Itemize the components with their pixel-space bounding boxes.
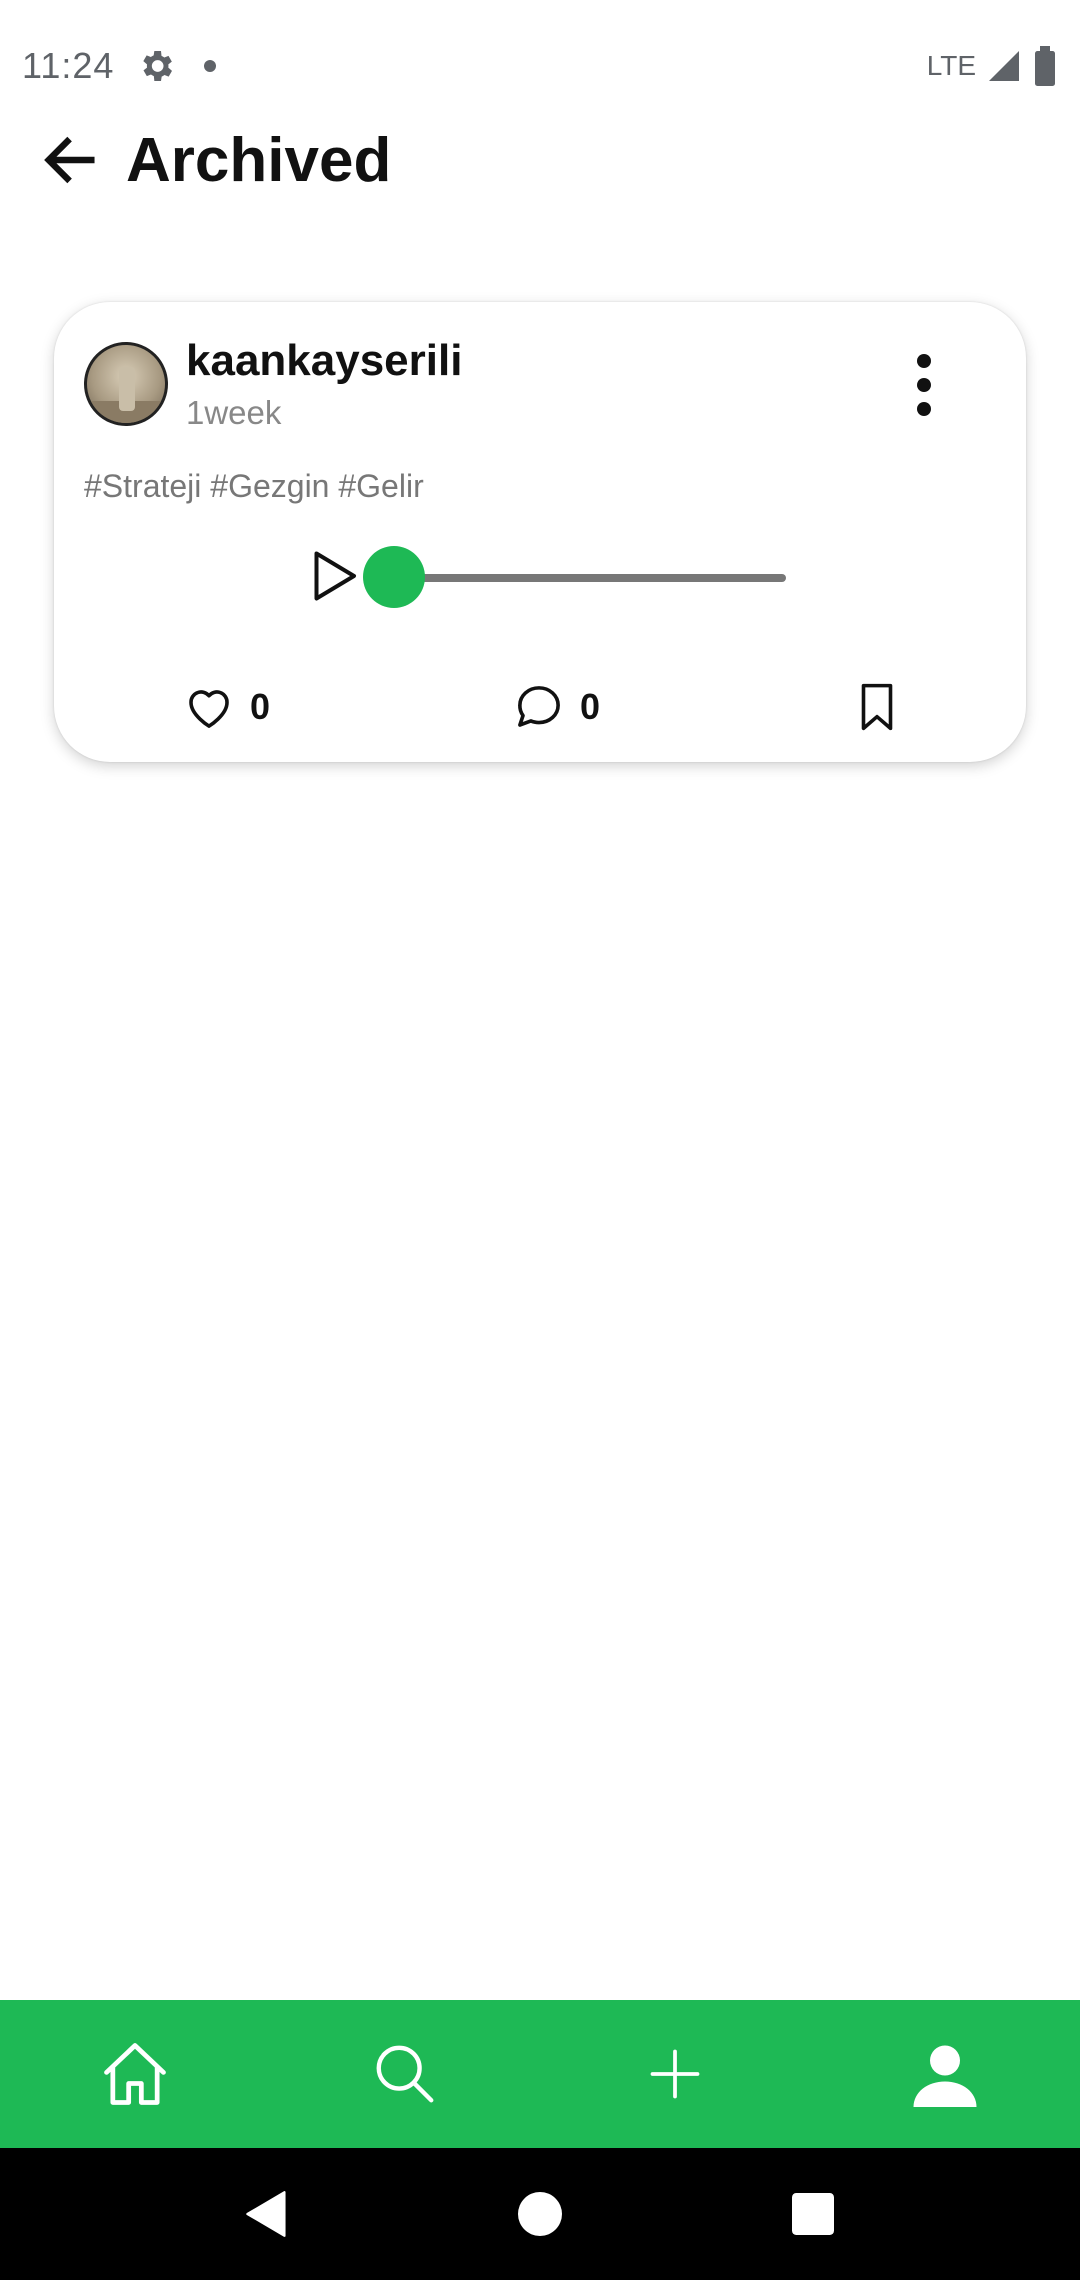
heart-icon (189, 690, 229, 728)
status-left: 11:24 (22, 45, 217, 87)
comments-count: 0 (580, 686, 601, 727)
audio-player (254, 536, 854, 616)
avatar[interactable] (84, 342, 168, 426)
play-button[interactable] (304, 546, 364, 606)
status-right: LTE (927, 46, 1058, 86)
more-options-button[interactable] (894, 340, 954, 430)
nav-profile[interactable] (895, 2024, 995, 2124)
nav-search[interactable] (355, 2024, 455, 2124)
arrow-left-icon (44, 136, 95, 184)
comment-button[interactable]: 0 (512, 672, 600, 742)
home-icon (104, 2043, 166, 2105)
app-bar: Archived (0, 100, 1080, 220)
bookmark-button[interactable] (850, 672, 904, 742)
person-icon (913, 2045, 977, 2107)
audio-seek-bar[interactable] (394, 574, 786, 582)
square-recents-icon (792, 2193, 835, 2235)
settings-icon (143, 51, 173, 81)
notification-dot-icon (204, 60, 217, 72)
post-time: 1week (186, 394, 282, 431)
avatar-figure (119, 367, 135, 411)
search-icon (376, 2045, 434, 2103)
network-type: LTE (926, 50, 976, 81)
audio-seek-thumb[interactable] (363, 546, 425, 608)
plus-icon (650, 2049, 700, 2099)
battery-icon (1035, 46, 1055, 86)
system-back-button[interactable] (227, 2174, 307, 2254)
bottom-navigation (0, 2000, 1080, 2148)
back-button[interactable] (22, 112, 118, 208)
circle-home-icon (517, 2192, 562, 2236)
system-home-button[interactable] (500, 2174, 580, 2254)
post-tags: #Strateji #Gezgin #Gelir (84, 468, 424, 504)
more-vertical-icon (917, 378, 931, 392)
likes-count: 0 (250, 686, 271, 727)
like-button[interactable]: 0 (182, 672, 270, 742)
username[interactable]: kaankayserili (186, 336, 462, 386)
comment-icon (518, 686, 560, 727)
signal-icon (989, 51, 1019, 81)
play-icon (314, 551, 356, 601)
system-recents-button[interactable] (773, 2174, 853, 2254)
triangle-back-icon (245, 2191, 286, 2237)
page-title: Archived (126, 125, 392, 195)
system-navigation-bar (0, 2148, 1080, 2280)
post-card: kaankayserili 1week #Strateji #Gezgin #G… (54, 302, 1026, 762)
status-time: 11:24 (22, 45, 115, 86)
more-vertical-icon (917, 354, 931, 368)
more-vertical-icon (917, 402, 931, 416)
nav-home[interactable] (85, 2024, 185, 2124)
post-actions: 0 0 (54, 672, 1026, 742)
nav-add[interactable] (625, 2024, 725, 2124)
bookmark-icon (861, 683, 893, 731)
